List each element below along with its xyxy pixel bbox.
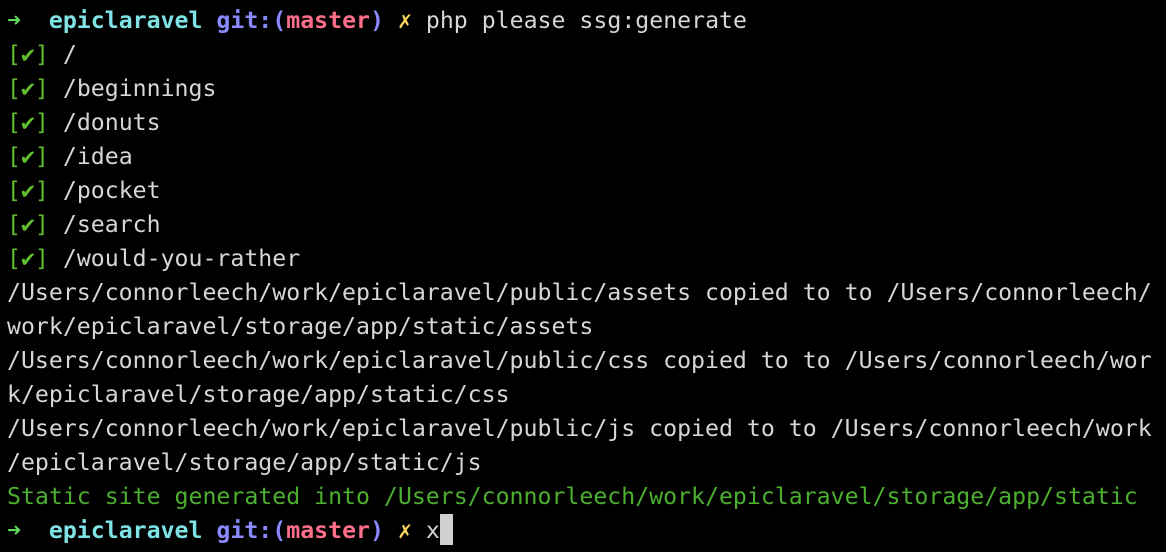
- route-line: [✔] /idea: [7, 140, 133, 174]
- check-icon: [✔]: [7, 41, 49, 68]
- command-input[interactable]: x: [426, 517, 440, 544]
- route-path: /pocket: [62, 177, 161, 204]
- terminal-window[interactable]: ➜ epiclaravel git:(master) ✗ php please …: [0, 0, 1166, 552]
- route-path: /: [62, 41, 77, 68]
- route-line: [✔] /beginnings: [7, 72, 216, 106]
- route-path: /would-you-rather: [62, 245, 301, 272]
- prompt-directory: epiclaravel: [48, 7, 203, 34]
- route-line: [✔] /: [7, 38, 77, 72]
- route-line: [✔] /would-you-rather: [7, 242, 300, 276]
- prompt-line-current[interactable]: ➜ epiclaravel git:(master) ✗ x: [7, 514, 453, 548]
- check-icon: [✔]: [7, 109, 49, 136]
- git-prefix: git:(: [216, 517, 287, 544]
- check-icon: [✔]: [7, 211, 49, 238]
- dirty-marker-icon: ✗: [397, 7, 412, 34]
- output-line: k/epiclaravel/storage/app/static/css: [7, 381, 510, 408]
- output-line: work/epiclaravel/storage/app/static/asse…: [7, 313, 594, 340]
- check-icon: [✔]: [7, 75, 49, 102]
- check-icon: [✔]: [7, 143, 49, 170]
- text-cursor: [439, 514, 453, 545]
- check-icon: [✔]: [7, 245, 49, 272]
- success-message: Static site generated into /Users/connor…: [7, 483, 1138, 510]
- route-line: [✔] /search: [7, 208, 161, 242]
- git-prefix: git:(: [216, 7, 287, 34]
- output-line: /Users/connorleech/work/epiclaravel/publ…: [7, 415, 1152, 442]
- git-suffix: ): [370, 7, 384, 34]
- route-path: /beginnings: [62, 75, 217, 102]
- prompt-arrow-icon: ➜: [7, 517, 21, 544]
- prompt-line-1: ➜ epiclaravel git:(master) ✗ php please …: [7, 4, 747, 38]
- route-line: [✔] /pocket: [7, 174, 161, 208]
- output-line: /epiclaravel/storage/app/static/js: [7, 449, 482, 476]
- check-icon: [✔]: [7, 177, 49, 204]
- route-path: /idea: [62, 143, 133, 170]
- output-line: /Users/connorleech/work/epiclaravel/publ…: [7, 279, 1152, 306]
- git-suffix: ): [370, 517, 384, 544]
- output-line: /Users/connorleech/work/epiclaravel/publ…: [7, 347, 1152, 374]
- dirty-marker-icon: ✗: [397, 517, 412, 544]
- git-branch: master: [286, 7, 370, 34]
- route-path: /search: [62, 211, 161, 238]
- prompt-directory: epiclaravel: [48, 517, 203, 544]
- git-branch: master: [286, 517, 370, 544]
- route-line: [✔] /donuts: [7, 106, 161, 140]
- prompt-arrow-icon: ➜: [7, 7, 21, 34]
- route-path: /donuts: [62, 109, 161, 136]
- command-text: php please ssg:generate: [425, 7, 747, 34]
